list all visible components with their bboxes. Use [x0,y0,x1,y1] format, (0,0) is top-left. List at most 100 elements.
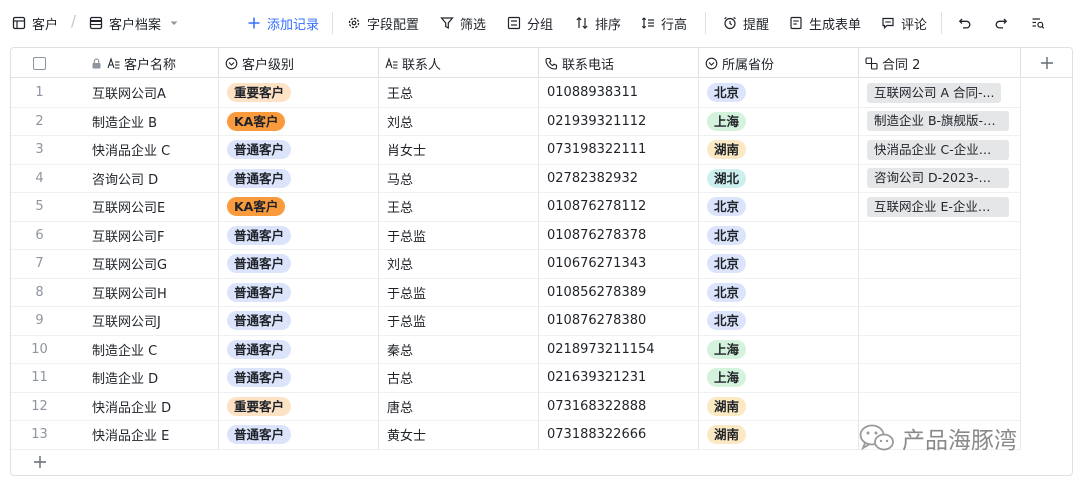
cell-contact[interactable]: 古总 [379,364,539,393]
cell-contact[interactable]: 秦总 [379,335,539,364]
cell-contact[interactable]: 马总 [379,164,539,193]
cell-phone[interactable]: 021639321231 [539,364,699,393]
cell-phone[interactable]: 073188322666 [539,421,699,450]
cell-province[interactable]: 北京 [699,221,859,250]
cell-contract[interactable] [859,221,1021,250]
cell-province[interactable]: 北京 [699,79,859,108]
cell-contract[interactable] [859,307,1021,336]
cell-phone[interactable]: 010876278378 [539,221,699,250]
linked-contract[interactable]: 制造企业 B-旗舰版-0... [867,111,1009,132]
column-header-province[interactable]: 所属省份 [699,48,859,78]
cell-province[interactable]: 北京 [699,250,859,279]
cell-contact[interactable]: 黄女士 [379,421,539,450]
cell-contract[interactable]: 制造企业 B-旗舰版-0... [859,107,1021,136]
table-row[interactable]: 8 互联网公司H 普通客户 于总监 010856278389 北京 [11,278,1072,307]
table-row[interactable]: 5 互联网公司E KA客户 王总 010876278112 北京 互联网企业 E-企业版..… [11,193,1072,222]
column-header-phone[interactable]: 联系电话 [539,48,699,78]
cell-level[interactable]: 重要客户 [219,392,379,421]
cell-province[interactable]: 北京 [699,307,859,336]
cell-name[interactable]: 制造企业 D [68,364,219,393]
linked-contract[interactable]: 互联网公司 A 合同-... [867,82,1002,103]
cell-name[interactable]: 互联网公司J [68,307,219,336]
cell-level[interactable]: 普通客户 [219,335,379,364]
cell-phone[interactable]: 010676271343 [539,250,699,279]
table-row[interactable]: 1 互联网公司A 重要客户 王总 01088938311 北京 互联网公司 A 合同-... [11,79,1072,108]
cell-level[interactable]: 普通客户 [219,136,379,165]
cell-contact[interactable]: 刘总 [379,107,539,136]
cell-name[interactable]: 互联网公司G [68,250,219,279]
cell-contact[interactable]: 肖女士 [379,136,539,165]
row-height-button[interactable]: 行高 [641,12,687,34]
sort-button[interactable]: 排序 [575,12,621,34]
remind-button[interactable]: 提醒 [723,12,769,34]
cell-contract[interactable]: 互联网企业 E-企业版... [859,193,1021,222]
add-row-button[interactable] [31,453,49,471]
search-button[interactable] [1031,12,1045,34]
cell-province[interactable]: 上海 [699,107,859,136]
undo-button[interactable] [958,12,972,34]
table-tab[interactable]: 客户 [12,12,58,34]
cell-contract[interactable] [859,392,1021,421]
add-record-button[interactable]: 添加记录 [247,12,319,34]
cell-province[interactable]: 北京 [699,278,859,307]
cell-level[interactable]: 普通客户 [219,250,379,279]
cell-level[interactable]: 普通客户 [219,307,379,336]
table-row[interactable]: 6 互联网公司F 普通客户 于总监 010876278378 北京 [11,221,1072,250]
linked-contract[interactable]: 快消品企业 C-企业版... [867,139,1009,160]
cell-level[interactable]: KA客户 [219,193,379,222]
cell-phone[interactable]: 073198322111 [539,136,699,165]
cell-contract[interactable]: 互联网公司 A 合同-... [859,79,1021,108]
generate-form-button[interactable]: 生成表单 [789,12,861,34]
cell-level[interactable]: 普通客户 [219,164,379,193]
cell-contract[interactable]: 咨询公司 D-2023-标... [859,164,1021,193]
cell-name[interactable]: 互联网公司A [68,79,219,108]
cell-level[interactable]: KA客户 [219,107,379,136]
redo-button[interactable] [994,12,1008,34]
column-header-contract[interactable]: 合同 2 [859,48,1021,78]
cell-province[interactable]: 北京 [699,193,859,222]
filter-button[interactable]: 筛选 [440,12,486,34]
cell-level[interactable]: 普通客户 [219,278,379,307]
cell-contact[interactable]: 于总监 [379,221,539,250]
table-row[interactable]: 2 制造企业 B KA客户 刘总 021939321112 上海 制造企业 B-旗舰版-0.… [11,107,1072,136]
table-row[interactable]: 9 互联网公司J 普通客户 于总监 010876278380 北京 [11,307,1072,336]
table-row[interactable]: 4 咨询公司 D 普通客户 马总 02782382932 湖北 咨询公司 D-2023-标.… [11,164,1072,193]
comment-button[interactable]: 评论 [881,12,927,34]
column-header-name[interactable]: 客户名称 [68,48,219,78]
cell-phone[interactable]: 073168322888 [539,392,699,421]
cell-contact[interactable]: 于总监 [379,307,539,336]
cell-phone[interactable]: 0218973211154 [539,335,699,364]
cell-phone[interactable]: 01088938311 [539,79,699,108]
cell-contact[interactable]: 王总 [379,193,539,222]
cell-contract[interactable] [859,278,1021,307]
cell-phone[interactable]: 010876278112 [539,193,699,222]
cell-name[interactable]: 互联网公司F [68,221,219,250]
view-selector[interactable]: 客户档案 [89,12,181,34]
cell-name[interactable]: 快消品企业 D [68,392,219,421]
cell-level[interactable]: 普通客户 [219,221,379,250]
cell-province[interactable]: 湖南 [699,421,859,450]
table-row[interactable]: 11 制造企业 D 普通客户 古总 021639321231 上海 [11,364,1072,393]
cell-level[interactable]: 普通客户 [219,364,379,393]
cell-phone[interactable]: 010856278389 [539,278,699,307]
column-header-level[interactable]: 客户级别 [219,48,379,78]
select-all-cell[interactable] [11,48,68,78]
cell-contract[interactable] [859,250,1021,279]
cell-province[interactable]: 湖北 [699,164,859,193]
cell-province[interactable]: 上海 [699,335,859,364]
cell-contact[interactable]: 王总 [379,79,539,108]
cell-province[interactable]: 上海 [699,364,859,393]
group-button[interactable]: 分组 [507,12,553,34]
select-all-checkbox[interactable] [33,56,46,70]
cell-name[interactable]: 咨询公司 D [68,164,219,193]
cell-name[interactable]: 互联网公司E [68,193,219,222]
field-config-button[interactable]: 字段配置 [347,12,419,34]
cell-level[interactable]: 重要客户 [219,79,379,108]
cell-province[interactable]: 湖南 [699,136,859,165]
cell-contract[interactable] [859,335,1021,364]
cell-phone[interactable]: 010876278380 [539,307,699,336]
cell-contact[interactable]: 唐总 [379,392,539,421]
cell-name[interactable]: 制造企业 B [68,107,219,136]
cell-name[interactable]: 制造企业 C [68,335,219,364]
add-column-button[interactable] [1021,48,1072,78]
